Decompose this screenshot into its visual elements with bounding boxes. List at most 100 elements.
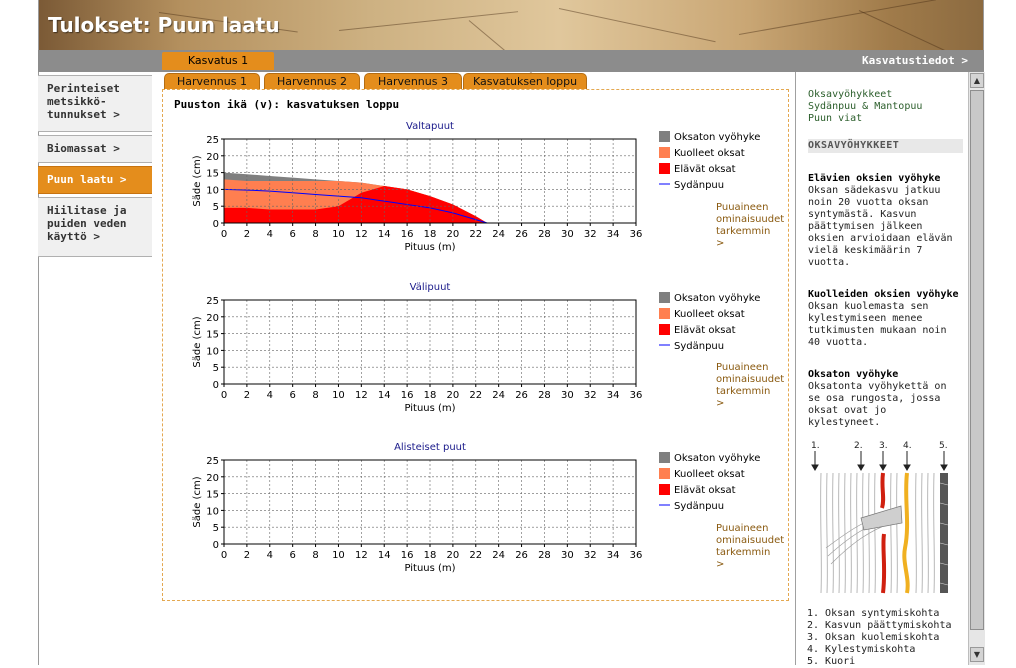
y-tick-label: 5 — [213, 363, 219, 374]
growth-info-link[interactable]: Kasvatustiedot > — [862, 54, 968, 67]
x-tick-label: 4 — [267, 550, 273, 561]
x-tick-label: 18 — [424, 390, 437, 401]
x-tick-label: 16 — [401, 550, 414, 561]
more-link-part[interactable]: tarkemmin — [716, 226, 786, 238]
header-banner: Tulokset: Puun laatu — [39, 0, 983, 79]
x-tick-label: 4 — [267, 390, 273, 401]
link-sydanpuu-mantopuu[interactable]: Sydänpuu & Mantopuu — [808, 101, 963, 113]
x-tick-label: 20 — [447, 390, 460, 401]
branch-zone-diagram: 1. 2. 3. 4. 5. — [811, 441, 949, 594]
x-axis-label: Pituus (m) — [404, 563, 455, 574]
x-tick-label: 12 — [355, 550, 368, 561]
tab-kasvatuksen-loppu[interactable]: Kasvatuksen loppu — [463, 73, 587, 90]
chart-valtapuut: Valtapuut0 2 4 6 8 10 12 14 16 18 20 22 24 26 28 30 32 34… — [192, 121, 760, 253]
x-tick-label: 26 — [515, 390, 528, 401]
tab-harvennus-1[interactable]: Harvennus 1 — [164, 73, 260, 90]
sidebar-item-puun-laatu[interactable]: Puun laatu > — [38, 166, 152, 194]
x-tick-label: 4 — [267, 229, 273, 240]
more-link-part[interactable]: Puuaineen — [716, 202, 786, 214]
legend-label: Sydänpuu — [674, 501, 724, 512]
section-heading: Elävien oksien vyöhyke — [808, 173, 941, 184]
diagram-legend: 1. Oksan syntymiskohta 2. Kasvun päättym… — [807, 608, 952, 668]
legend-swatch — [659, 324, 670, 335]
link-oksavyohykkeet[interactable]: Oksavyöhykkeet — [808, 89, 963, 101]
more-link-part[interactable]: ominaisuudet — [716, 535, 786, 547]
x-tick-label: 36 — [630, 550, 643, 561]
y-axis-label: Säde (cm) — [192, 155, 203, 206]
section-text: Oksan sädekasvu jatkuu noin 20 vuotta ok… — [808, 185, 953, 268]
legend-label: Kuolleet oksat — [674, 309, 745, 320]
section-heading: Oksaton vyöhyke — [808, 369, 899, 380]
x-tick-label: 6 — [289, 390, 295, 401]
x-tick-label: 22 — [469, 229, 482, 240]
x-tick-label: 32 — [584, 390, 597, 401]
more-link-part[interactable]: ominaisuudet — [716, 374, 786, 386]
x-tick-label: 8 — [312, 229, 318, 240]
more-link-part[interactable]: tarkemmin — [716, 547, 786, 559]
x-axis-label: Pituus (m) — [404, 403, 455, 414]
more-link-part[interactable]: Puuaineen — [716, 523, 786, 535]
x-tick-label: 24 — [492, 229, 505, 240]
legend-swatch — [659, 468, 670, 479]
y-tick-label: 5 — [213, 523, 219, 534]
y-tick-label: 5 — [213, 202, 219, 213]
more-link-part[interactable]: tarkemmin — [716, 386, 786, 398]
tab-kasvatus-1[interactable]: Kasvatus 1 — [162, 52, 274, 70]
x-tick-label: 20 — [447, 229, 460, 240]
section-text: Oksan kuolemasta sen kylestymiseen menee… — [808, 301, 947, 348]
sidebar-item-metsikkotunnukset[interactable]: Perinteiset metsikkö-tunnukset > — [38, 75, 152, 132]
x-tick-label: 2 — [244, 390, 250, 401]
legend-swatch — [659, 452, 670, 463]
more-link-part[interactable]: Puuaineen — [716, 362, 786, 374]
x-tick-label: 6 — [289, 229, 295, 240]
more-info-link-valipuut[interactable]: Puuaineen ominaisuudet tarkemmin > — [716, 362, 786, 410]
x-tick-label: 12 — [355, 390, 368, 401]
legend-label: Kuolleet oksat — [674, 148, 745, 159]
x-tick-label: 20 — [447, 550, 460, 561]
more-link-part[interactable]: ominaisuudet — [716, 214, 786, 226]
age-heading: Puuston ikä (v): kasvatuksen loppu — [174, 98, 400, 111]
sidebar-item-biomassat[interactable]: Biomassat > — [38, 135, 152, 163]
x-tick-label: 14 — [378, 550, 391, 561]
y-axis-label: Säde (cm) — [192, 316, 203, 367]
sidebar: Perinteiset metsikkö-tunnukset > Biomass… — [38, 72, 152, 665]
more-link-part[interactable]: > — [716, 238, 786, 250]
diagram-number: 4. — [903, 441, 912, 451]
sidebar-item-label: Perinteiset metsikkö-tunnukset > — [47, 82, 120, 121]
x-tick-label: 6 — [289, 550, 295, 561]
x-tick-label: 8 — [312, 550, 318, 561]
legend-label: Sydänpuu — [674, 180, 724, 191]
sidebar-item-hiilitase[interactable]: Hiilitase ja puiden veden käyttö > — [38, 197, 152, 257]
x-tick-label: 32 — [584, 550, 597, 561]
x-tick-label: 36 — [630, 390, 643, 401]
y-tick-label: 15 — [206, 169, 219, 180]
scrollbar[interactable]: ▲ ▼ — [968, 72, 985, 665]
more-info-link-valtapuut[interactable]: Puuaineen ominaisuudet tarkemmin > — [716, 202, 786, 250]
tab-harvennus-3[interactable]: Harvennus 3 — [364, 73, 462, 90]
scroll-down-button[interactable]: ▼ — [970, 647, 984, 662]
scrollbar-thumb[interactable] — [970, 90, 984, 630]
legend-label: Kuolleet oksat — [674, 469, 745, 480]
y-tick-label: 20 — [206, 152, 219, 163]
x-tick-label: 10 — [332, 550, 345, 561]
more-link-part[interactable]: > — [716, 559, 786, 571]
x-tick-label: 14 — [378, 390, 391, 401]
x-tick-label: 14 — [378, 229, 391, 240]
x-tick-label: 26 — [515, 550, 528, 561]
x-tick-label: 24 — [492, 550, 505, 561]
chart-title: Alisteiset puut — [394, 442, 466, 453]
scroll-up-button[interactable]: ▲ — [970, 73, 984, 88]
link-puun-viat[interactable]: Puun viat — [808, 113, 963, 125]
more-link-part[interactable]: > — [716, 398, 786, 410]
x-tick-label: 2 — [244, 550, 250, 561]
sidebar-item-label: Biomassat > — [47, 142, 120, 155]
section-text: Oksatonta vyöhykettä on se osa rungosta,… — [808, 381, 947, 428]
legend-swatch — [659, 292, 670, 303]
tab-harvennus-2[interactable]: Harvennus 2 — [264, 73, 360, 90]
more-info-link-alisteiset[interactable]: Puuaineen ominaisuudet tarkemmin > — [716, 523, 786, 571]
x-tick-label: 16 — [401, 229, 414, 240]
x-tick-label: 32 — [584, 229, 597, 240]
y-tick-label: 0 — [213, 380, 219, 391]
y-tick-label: 25 — [206, 135, 219, 146]
diagram-legend-item: 2. Kasvun päättymiskohta — [807, 620, 952, 631]
